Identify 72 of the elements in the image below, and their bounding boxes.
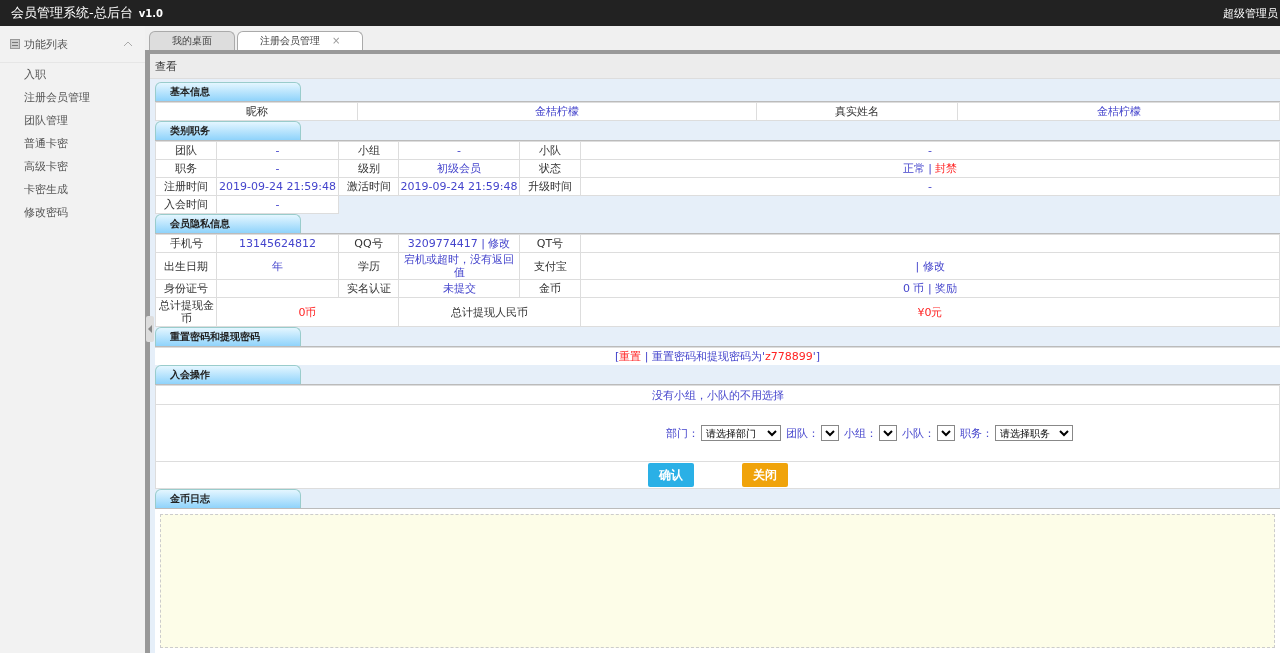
version-label: v1.0 bbox=[138, 7, 163, 19]
select-field[interactable] bbox=[878, 425, 897, 441]
field-value: 金桔柠檬 bbox=[357, 102, 757, 121]
select-field[interactable] bbox=[936, 425, 955, 441]
field-label: 手机号 bbox=[155, 234, 217, 253]
field-label: 身份证号 bbox=[155, 279, 217, 298]
field-label: 注册时间 bbox=[155, 177, 217, 196]
reset-password-notice: [重置 | 重置密码和提现密码为'z778899'] bbox=[614, 349, 821, 364]
field-label: 总计提现金币 bbox=[155, 298, 217, 327]
app-title: 会员管理系统-总后台 bbox=[11, 4, 133, 22]
select-field[interactable] bbox=[820, 425, 839, 441]
field-value: - bbox=[580, 177, 1280, 196]
field-value: 宕机或超时，没有返回值 bbox=[398, 252, 520, 280]
tab[interactable]: 注册会员管理 × bbox=[237, 31, 364, 50]
sidebar-item[interactable]: 修改密码 bbox=[0, 201, 145, 224]
field-value: 3209774417 | 修改 bbox=[398, 234, 520, 253]
field-label: 出生日期 bbox=[155, 252, 217, 280]
panel-title: 查看 bbox=[155, 58, 177, 74]
sidebar-title: 功能列表 bbox=[24, 36, 68, 52]
field-value: ¥0元 bbox=[580, 298, 1280, 327]
field-label: 小组 bbox=[338, 141, 399, 160]
field-value: 初级会员 bbox=[398, 159, 520, 178]
hint-text: 没有小组，小队的不用选择 bbox=[651, 387, 784, 403]
field-label: QQ号 bbox=[338, 234, 399, 253]
field-label: 升级时间 bbox=[519, 177, 581, 196]
field-value: - bbox=[216, 195, 339, 214]
select-field[interactable]: 请选择部门 bbox=[700, 425, 781, 441]
field-value: 正常 | 封禁 bbox=[580, 159, 1280, 178]
select-label: 部门： bbox=[665, 425, 699, 441]
field-label: 级别 bbox=[338, 159, 399, 178]
field-label: 真实姓名 bbox=[756, 102, 958, 121]
field-value: 0币 bbox=[216, 298, 399, 327]
field-value: 2019-09-24 21:59:48 bbox=[398, 177, 520, 196]
sidebar-item[interactable]: 团队管理 bbox=[0, 109, 145, 132]
field-label: 职务 bbox=[155, 159, 217, 178]
field-label: 昵称 bbox=[155, 102, 358, 121]
field-label: 激活时间 bbox=[338, 177, 399, 196]
field-label: QT号 bbox=[519, 234, 581, 253]
select-field[interactable]: 请选择职务 bbox=[994, 425, 1073, 441]
field-value: - bbox=[216, 159, 339, 178]
field-label: 学历 bbox=[338, 252, 399, 280]
collapse-handle-icon[interactable] bbox=[146, 316, 154, 342]
tab[interactable]: 我的桌面 bbox=[149, 31, 235, 50]
field-value: | 修改 bbox=[580, 252, 1280, 280]
field-label: 支付宝 bbox=[519, 252, 581, 280]
sidebar-item[interactable]: 普通卡密 bbox=[0, 132, 145, 155]
field-label: 小队 bbox=[519, 141, 581, 160]
field-value: - bbox=[580, 141, 1280, 160]
field-label: 团队 bbox=[155, 141, 217, 160]
field-label: 实名认证 bbox=[338, 279, 399, 298]
field-label: 金币 bbox=[519, 279, 581, 298]
select-label: 小队： bbox=[901, 425, 935, 441]
field-label: 状态 bbox=[519, 159, 581, 178]
field-value: 0 币 | 奖励 bbox=[580, 279, 1280, 298]
user-menu[interactable]: 超级管理员 bbox=[1223, 5, 1280, 21]
field-value: 金桔柠檬 bbox=[957, 102, 1280, 121]
field-value: 未提交 bbox=[398, 279, 520, 298]
field-value: - bbox=[398, 141, 520, 160]
field-value: 年 bbox=[216, 252, 339, 280]
field-label: 入会时间 bbox=[155, 195, 217, 214]
field-value: 13145624812 bbox=[216, 234, 339, 253]
select-label: 职务： bbox=[959, 425, 993, 441]
field-value: 2019-09-24 21:59:48 bbox=[216, 177, 339, 196]
sidebar-item[interactable]: 入职 bbox=[0, 63, 145, 86]
sidebar-item[interactable]: 注册会员管理 bbox=[0, 86, 145, 109]
select-label: 团队： bbox=[785, 425, 819, 441]
field-value: - bbox=[216, 141, 339, 160]
sidebar-item[interactable]: 高级卡密 bbox=[0, 155, 145, 178]
field-label: 总计提现人民币 bbox=[398, 298, 581, 327]
select-label: 小组： bbox=[843, 425, 877, 441]
list-icon bbox=[10, 39, 20, 49]
sidebar-item[interactable]: 卡密生成 bbox=[0, 178, 145, 201]
